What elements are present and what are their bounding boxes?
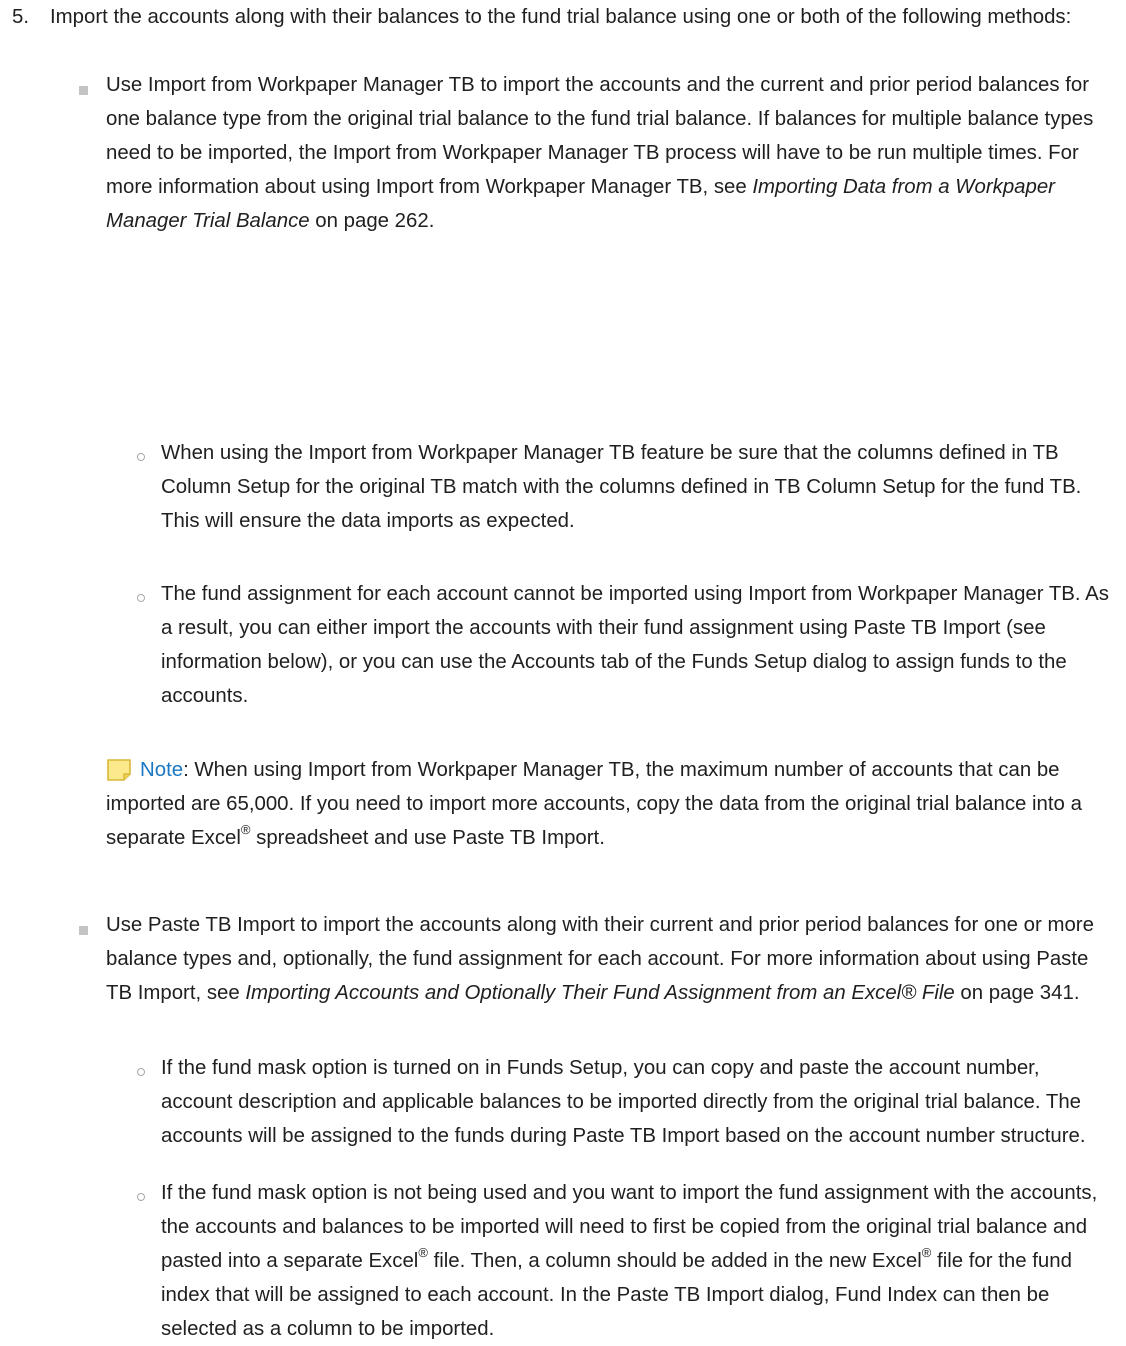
sub-bullet-text: file. Then, a column should be added in …	[427, 1250, 922, 1272]
square-bullet-icon	[79, 926, 88, 935]
circle-bullet-icon	[137, 594, 145, 602]
square-bullet-icon	[79, 86, 88, 95]
registered-mark: ®	[418, 1245, 428, 1261]
circle-bullet-icon	[137, 1068, 145, 1076]
step-number: 5.	[12, 6, 30, 28]
note-label: Note	[140, 759, 184, 781]
registered-mark: ®	[921, 1245, 932, 1261]
step-5: 5. Import the accounts along with their …	[12, 0, 1112, 34]
page-reference: on page 262.	[309, 210, 435, 232]
bullet-paste-tb-import: Use Paste TB Import to import the accoun…	[106, 908, 1116, 1010]
sub-bullet-fund-mask-on: If the fund mask option is turned on in …	[161, 1057, 1086, 1147]
note-text-2: spreadsheet and use Paste TB Import.	[250, 827, 605, 849]
registered-mark: ®	[240, 822, 251, 838]
sub-bullet-fund-mask-off: If the fund mask option is not being use…	[161, 1176, 1116, 1346]
note-block: Note: When using Import from Workpaper M…	[106, 753, 1116, 855]
bullet-import-from-wm-tb: Use Import from Workpaper Manager TB to …	[106, 68, 1116, 238]
sub-bullet-fund-assignment: The fund assignment for each account can…	[161, 583, 1109, 707]
circle-bullet-icon	[137, 1193, 145, 1201]
cross-reference-link[interactable]: Importing Accounts and Optionally Their …	[245, 982, 954, 1004]
step-text: Import the accounts along with their bal…	[50, 6, 1072, 28]
circle-bullet-icon	[137, 453, 145, 461]
page-reference: on page 341.	[954, 982, 1080, 1004]
sub-bullet-column-setup: When using the Import from Workpaper Man…	[161, 442, 1082, 532]
